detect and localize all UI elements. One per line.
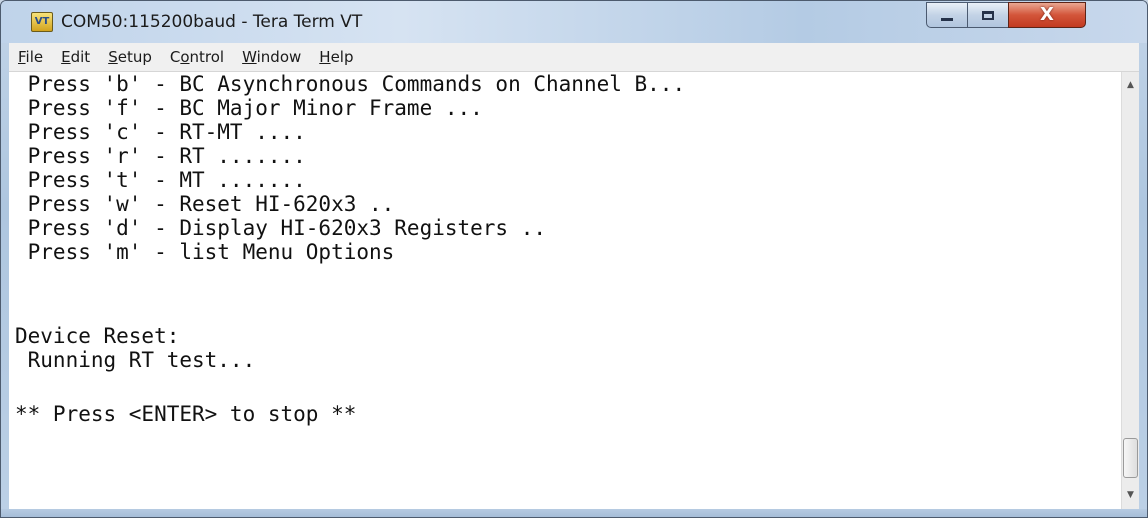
terminal-line: Running RT test...: [15, 348, 256, 372]
terminal-line: Press 'w' - Reset HI-620x3 ..: [15, 192, 395, 216]
minimize-button[interactable]: [926, 2, 968, 28]
menu-window-mnemonic: W: [242, 48, 257, 66]
terminal-line: Press 'c' - RT-MT ....: [15, 120, 306, 144]
menu-file[interactable]: File: [9, 43, 52, 71]
terminal-line: Press 'r' - RT .......: [15, 144, 306, 168]
terminal-line: Press 't' - MT .......: [15, 168, 306, 192]
maximize-icon: [982, 10, 994, 20]
teraterm-app-icon[interactable]: VT: [31, 12, 53, 32]
scroll-thumb[interactable]: [1123, 438, 1138, 478]
menu-control-prefix: C: [169, 48, 181, 66]
menu-control[interactable]: Control: [161, 43, 233, 71]
menu-edit-label: dit: [70, 48, 91, 66]
teraterm-window: VT COM50:115200baud - Tera Term VT X Fil…: [0, 0, 1148, 518]
terminal-line: Press 'm' - list Menu Options: [15, 240, 395, 264]
terminal-line: Press 'b' - BC Asynchronous Commands on …: [15, 72, 686, 96]
window-title: COM50:115200baud - Tera Term VT: [61, 12, 363, 32]
scroll-down-icon[interactable]: ▼: [1122, 486, 1139, 503]
menu-edit[interactable]: Edit: [52, 43, 99, 71]
menu-control-mnemonic: o: [180, 48, 190, 66]
menu-help[interactable]: Help: [310, 43, 362, 71]
window-frame-bottom: [1, 509, 1147, 517]
menu-window-label: indow: [256, 48, 302, 66]
menu-bar: File Edit Setup Control Window Help: [9, 43, 1139, 72]
minimize-icon: [941, 17, 953, 21]
menu-help-mnemonic: H: [319, 48, 331, 66]
menu-setup[interactable]: Setup: [99, 43, 161, 71]
terminal-line: Device Reset:: [15, 324, 180, 348]
menu-file-mnemonic: F: [18, 48, 26, 66]
title-bar[interactable]: VT COM50:115200baud - Tera Term VT X: [1, 1, 1147, 43]
menu-file-label: ile: [25, 48, 44, 66]
close-button[interactable]: X: [1008, 2, 1086, 28]
menu-window[interactable]: Window: [233, 43, 310, 71]
close-icon: X: [1040, 4, 1054, 25]
terminal-line: ** Press <ENTER> to stop **: [15, 402, 357, 426]
scroll-up-icon[interactable]: ▲: [1122, 76, 1139, 93]
menu-control-label: ntrol: [189, 48, 225, 66]
vertical-scrollbar[interactable]: ▲ ▼: [1121, 72, 1139, 509]
menu-edit-mnemonic: E: [61, 48, 71, 66]
menu-setup-label: etup: [117, 48, 152, 66]
menu-setup-mnemonic: S: [108, 48, 118, 66]
menu-help-label: elp: [330, 48, 354, 66]
terminal-output[interactable]: Press 'b' - BC Asynchronous Commands on …: [9, 72, 1121, 509]
terminal-line: Press 'd' - Display HI-620x3 Registers .…: [15, 216, 547, 240]
maximize-button[interactable]: [967, 2, 1009, 28]
terminal-line: Press 'f' - BC Major Minor Frame ...: [15, 96, 483, 120]
